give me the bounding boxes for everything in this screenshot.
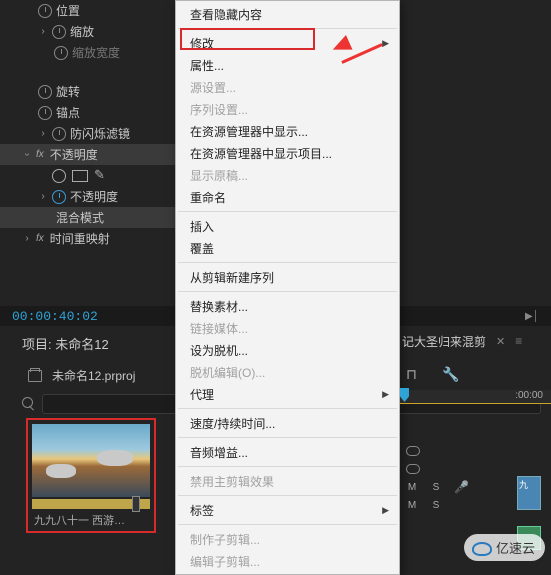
menu-edit-subclip: 编辑子剪辑...	[176, 550, 399, 572]
menu-label[interactable]: 标签	[176, 499, 399, 521]
effects-panel: 位置 ›缩放 缩放宽度 旋转 锚点 ›防闪烁滤镜 ›fx不透明度 ›不透明度 混…	[0, 0, 175, 249]
menu-rename[interactable]: 重命名	[176, 186, 399, 208]
effect-anchor[interactable]: 锚点	[0, 102, 175, 123]
menu-proxy[interactable]: 代理	[176, 383, 399, 405]
effect-time-remap[interactable]: ›fx时间重映射	[0, 228, 175, 249]
chevron-right-icon: ›	[38, 128, 48, 139]
menu-speed-duration[interactable]: 速度/持续时间...	[176, 412, 399, 434]
magnet-icon[interactable]: ⊓	[406, 366, 422, 382]
effect-scale-width[interactable]: 缩放宽度	[0, 42, 175, 63]
timeline-tab[interactable]: 记大圣归来混剪 ✕ ≡	[400, 330, 551, 352]
clip-thumbnail[interactable]: 九九八十一 西游…	[26, 418, 156, 533]
timecode-display[interactable]: 00:00:40:02	[12, 309, 98, 324]
effect-opacity[interactable]: ›不透明度	[0, 186, 175, 207]
stopwatch-icon	[38, 106, 52, 120]
menu-new-seq-from-clip[interactable]: 从剪辑新建序列	[176, 266, 399, 288]
timeline-ruler[interactable]: :00:00	[400, 390, 551, 404]
menu-overwrite[interactable]: 覆盖	[176, 237, 399, 259]
menu-show-original: 显示原稿...	[176, 164, 399, 186]
effect-blend-mode[interactable]: 混合模式	[0, 207, 175, 228]
bin-icon	[28, 370, 42, 382]
menu-sequence-settings: 序列设置...	[176, 98, 399, 120]
menu-modify[interactable]: 修改	[176, 32, 399, 54]
video-clip[interactable]: 九	[517, 476, 541, 510]
menu-reveal-project-explorer[interactable]: 在资源管理器中显示项目...	[176, 142, 399, 164]
chevron-right-icon: ›	[38, 26, 48, 37]
project-file-name: 未命名12.prproj	[52, 367, 135, 384]
effect-opacity-group[interactable]: ›fx不透明度	[0, 144, 175, 165]
effect-anti-flicker[interactable]: ›防闪烁滤镜	[0, 123, 175, 144]
watermark: 亿速云	[464, 534, 545, 561]
fx-badge-icon: fx	[36, 149, 44, 160]
pen-mask-icon[interactable]	[94, 169, 108, 183]
stopwatch-active-icon	[52, 190, 66, 204]
menu-disable-master-fx: 禁用主剪辑效果	[176, 470, 399, 492]
menu-link-media: 链接媒体...	[176, 317, 399, 339]
menu-reveal-explorer[interactable]: 在资源管理器中显示...	[176, 120, 399, 142]
playhead-icon[interactable]	[400, 388, 409, 402]
menu-properties[interactable]: 属性...	[176, 54, 399, 76]
thumbnail-preview	[32, 424, 150, 497]
cloud-logo-icon	[470, 539, 492, 557]
search-icon	[22, 397, 36, 411]
tab-menu-icon[interactable]: ≡	[515, 334, 522, 348]
effect-scale[interactable]: ›缩放	[0, 21, 175, 42]
stopwatch-icon	[38, 85, 52, 99]
menu-source-settings: 源设置...	[176, 76, 399, 98]
menu-offline-edit: 脱机编辑(O)...	[176, 361, 399, 383]
stopwatch-icon	[52, 127, 66, 141]
ruler-time-label: :00:00	[515, 390, 543, 401]
menu-make-offline[interactable]: 设为脱机...	[176, 339, 399, 361]
menu-replace-footage[interactable]: 替换素材...	[176, 295, 399, 317]
stopwatch-icon	[52, 25, 66, 39]
effect-position[interactable]: 位置	[0, 0, 175, 21]
thumbnail-scrubber[interactable]	[32, 499, 150, 509]
chevron-right-icon: ›	[22, 233, 32, 244]
timeline-tools: ⊓ 🔧	[400, 352, 551, 386]
menu-audio-gain[interactable]: 音频增益...	[176, 441, 399, 463]
step-forward-icon[interactable]: ▶│	[525, 311, 539, 322]
chevron-down-icon: ›	[22, 150, 33, 160]
eye-icon[interactable]	[406, 446, 420, 456]
watermark-text: 亿速云	[496, 538, 535, 557]
thumbnail-label: 九九八十一 西游…	[28, 509, 154, 531]
menu-view-hidden[interactable]: 查看隐藏内容	[176, 3, 399, 25]
mic-icon[interactable]: 🎤	[454, 480, 468, 494]
video-track-header[interactable]	[400, 442, 551, 460]
stopwatch-icon	[38, 4, 52, 18]
menu-make-subclip: 制作子剪辑...	[176, 528, 399, 550]
ellipse-mask-icon[interactable]	[52, 169, 66, 183]
eye-icon[interactable]	[406, 464, 420, 474]
fx-badge-icon: fx	[36, 233, 44, 244]
context-menu: 查看隐藏内容 修改 属性... 源设置... 序列设置... 在资源管理器中显示…	[175, 0, 400, 575]
wrench-icon[interactable]: 🔧	[442, 366, 458, 382]
menu-insert[interactable]: 插入	[176, 215, 399, 237]
rect-mask-icon[interactable]	[72, 170, 88, 182]
effect-rotation[interactable]: 旋转	[0, 81, 175, 102]
chevron-right-icon: ›	[38, 191, 48, 202]
stopwatch-icon	[54, 46, 68, 60]
close-icon[interactable]: ✕	[496, 335, 505, 348]
opacity-mask-tools	[0, 165, 175, 186]
